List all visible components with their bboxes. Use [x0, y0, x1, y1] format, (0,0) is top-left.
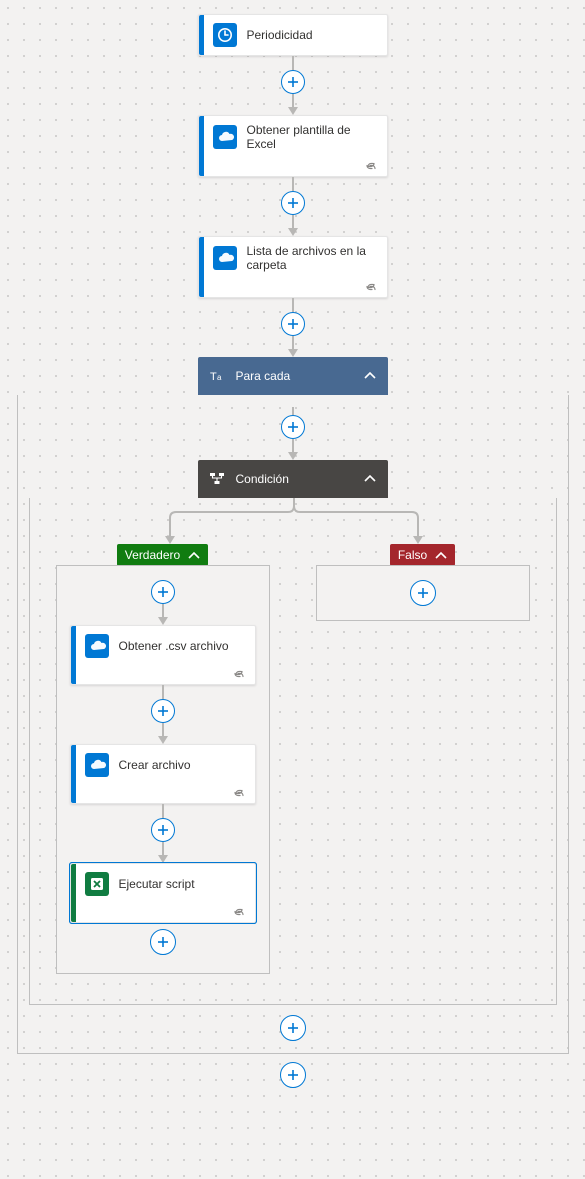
connector — [151, 580, 175, 625]
onedrive-icon — [213, 125, 237, 149]
branch-icon — [208, 470, 226, 488]
connector — [151, 685, 175, 744]
chevron-up-icon — [186, 548, 200, 562]
list-files-title: Lista de archivos en la carpeta — [247, 244, 377, 272]
condition-body: Verdadero — [29, 498, 557, 1005]
excel-icon — [85, 872, 109, 896]
connector — [280, 1062, 306, 1088]
add-step-button[interactable] — [281, 191, 305, 215]
run-script-node[interactable]: Ejecutar script — [70, 863, 256, 923]
text-icon — [208, 367, 226, 385]
run-script-title: Ejecutar script — [119, 877, 195, 891]
true-branch-header[interactable]: Verdadero — [117, 544, 208, 566]
connector — [281, 56, 305, 115]
condition-title: Condición — [236, 472, 289, 486]
false-branch-label: Falso — [398, 548, 427, 562]
onedrive-icon — [85, 753, 109, 777]
connector — [151, 804, 175, 863]
link-icon — [231, 666, 247, 680]
false-branch-body — [316, 565, 530, 621]
condition-header[interactable]: Condición — [198, 460, 388, 498]
branch-lines — [30, 498, 558, 548]
true-branch-body: Obtener .csv archivo — [56, 565, 270, 974]
false-branch-header[interactable]: Falso — [390, 544, 455, 566]
connector — [281, 177, 305, 236]
add-step-button[interactable] — [281, 312, 305, 336]
foreach-body: Condición — [17, 395, 569, 1054]
add-step-button[interactable] — [410, 580, 436, 606]
add-step-button[interactable] — [151, 699, 175, 723]
get-template-title: Obtener plantilla de Excel — [247, 123, 377, 151]
list-files-node[interactable]: Lista de archivos en la carpeta — [198, 236, 388, 298]
add-step-button[interactable] — [150, 929, 176, 955]
trigger-title: Periodicidad — [247, 28, 313, 42]
add-step-button[interactable] — [281, 70, 305, 94]
onedrive-icon — [85, 634, 109, 658]
add-step-button[interactable] — [151, 818, 175, 842]
true-branch-label: Verdadero — [125, 548, 180, 562]
link-icon — [231, 785, 247, 799]
foreach-title: Para cada — [236, 369, 291, 383]
chevron-up-icon — [433, 548, 447, 562]
connector — [281, 407, 305, 460]
connector — [281, 298, 305, 357]
add-step-button[interactable] — [281, 415, 305, 439]
link-icon — [363, 158, 379, 172]
false-branch: Falso — [313, 544, 533, 974]
onedrive-icon — [213, 246, 237, 270]
add-step-button[interactable] — [280, 1015, 306, 1041]
create-file-node[interactable]: Crear archivo — [70, 744, 256, 804]
chevron-up-icon — [362, 471, 378, 487]
clock-icon — [213, 23, 237, 47]
add-step-button[interactable] — [151, 580, 175, 604]
foreach-header[interactable]: Para cada — [198, 357, 388, 395]
add-step-button[interactable] — [280, 1062, 306, 1088]
link-icon — [231, 904, 247, 918]
get-template-node[interactable]: Obtener plantilla de Excel — [198, 115, 388, 177]
get-csv-title: Obtener .csv archivo — [119, 639, 229, 653]
create-file-title: Crear archivo — [119, 758, 191, 772]
get-csv-node[interactable]: Obtener .csv archivo — [70, 625, 256, 685]
trigger-node[interactable]: Periodicidad — [198, 14, 388, 56]
connector — [150, 929, 176, 955]
true-branch: Verdadero — [53, 544, 273, 974]
link-icon — [363, 279, 379, 293]
chevron-up-icon — [362, 368, 378, 384]
connector — [280, 1015, 306, 1041]
